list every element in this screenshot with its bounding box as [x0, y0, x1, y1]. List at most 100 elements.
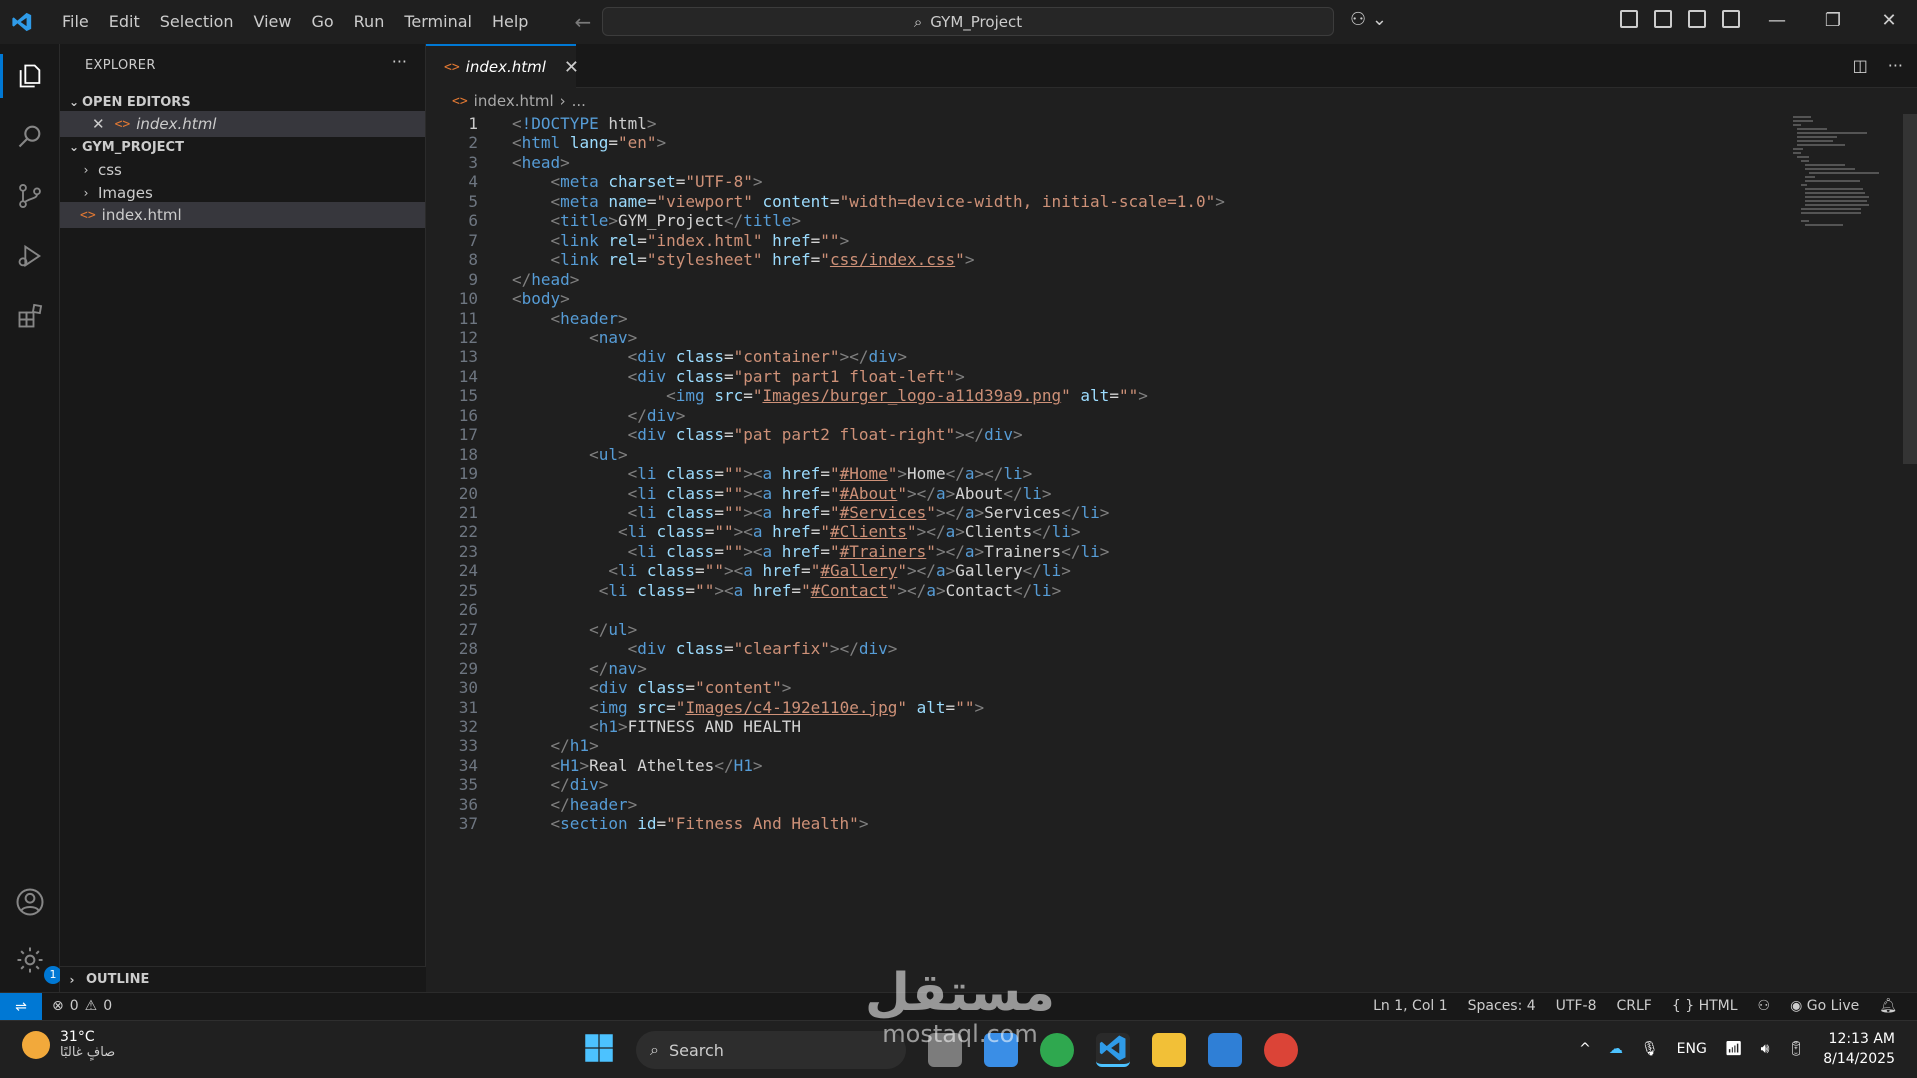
weather-widget[interactable]: 31°C صافٍ غالبًا: [22, 1029, 115, 1060]
file-index-label: index.html: [101, 206, 182, 224]
code-line[interactable]: 37 <section id="Fitness And Health">: [426, 812, 1776, 836]
temperature: 31°C: [60, 1029, 95, 1045]
error-icon: ⊗: [52, 998, 64, 1014]
input-language[interactable]: ENG: [1677, 1041, 1707, 1057]
minimize-icon[interactable]: —: [1749, 0, 1805, 44]
remote-indicator-icon[interactable]: ⇌: [0, 993, 42, 1021]
code-editor[interactable]: 1 <!DOCTYPE html> 2 <html lang="en"> 3 <head>…: [426, 114, 1917, 992]
account-icon[interactable]: [14, 886, 46, 918]
search-icon[interactable]: [14, 120, 46, 152]
weather-condition: صافٍ غالبًا: [60, 1045, 116, 1060]
indentation[interactable]: Spaces: 4: [1468, 998, 1536, 1014]
chrome-icon[interactable]: [1264, 1033, 1298, 1067]
menu-terminal[interactable]: Terminal: [394, 0, 482, 44]
menu-file[interactable]: File: [52, 0, 99, 44]
explorer-sidebar: EXPLORER ··· ⌄ OPEN EDITORS ✕ <> index.h…: [60, 44, 426, 992]
code-text: <section id="Fitness And Health">: [550, 814, 869, 834]
taskbar-search-label: Search: [668, 1040, 724, 1060]
microphone-icon[interactable]: 🎙︎: [1641, 1041, 1659, 1057]
menu-help[interactable]: Help: [482, 0, 538, 44]
error-count: 0: [69, 998, 79, 1014]
restore-icon[interactable]: ❐: [1805, 0, 1861, 44]
html-file-icon: <>: [452, 93, 468, 109]
chevron-down-icon: ⌄: [68, 140, 80, 154]
command-center-search[interactable]: ⌕ GYM_Project: [602, 7, 1334, 36]
settings-gear-icon[interactable]: 1: [14, 944, 62, 984]
search-label: GYM_Project: [930, 12, 1023, 31]
toggle-panel-icon[interactable]: [1688, 10, 1706, 28]
go-live-label: Go Live: [1806, 998, 1860, 1014]
copilot-status-icon[interactable]: ⚇: [1758, 998, 1771, 1014]
source-control-icon[interactable]: [14, 180, 46, 212]
line-ending[interactable]: CRLF: [1616, 998, 1651, 1014]
file-explorer-icon[interactable]: [1152, 1033, 1186, 1067]
notifications-bell-icon[interactable]: 🔔︎: [1879, 998, 1897, 1014]
breadcrumb: <> index.html › ...: [426, 88, 1917, 114]
open-editors-label: OPEN EDITORS: [82, 94, 191, 110]
menu-run[interactable]: Run: [344, 0, 395, 44]
notepad-icon[interactable]: [1208, 1033, 1242, 1067]
close-icon[interactable]: ✕: [92, 115, 105, 133]
vscode-taskbar-icon[interactable]: [1096, 1033, 1130, 1067]
copilot-icon[interactable]: ⚇ ⌄: [1350, 9, 1387, 30]
minimap[interactable]: [1793, 114, 1903, 234]
cursor-position[interactable]: Ln 1, Col 1: [1373, 998, 1448, 1014]
folder-images-label: Images: [98, 184, 153, 202]
explorer-title: EXPLORER: [85, 58, 156, 73]
open-editor-label: index.html: [136, 115, 217, 133]
vscode-logo-icon: [0, 0, 44, 44]
tab-label: index.html: [465, 58, 546, 76]
more-actions-icon[interactable]: ···: [1888, 56, 1903, 75]
onedrive-cloud-icon[interactable]: ☁: [1609, 1041, 1623, 1057]
back-arrow-icon[interactable]: ←: [574, 10, 591, 34]
file-index-html[interactable]: <> index.html: [60, 202, 425, 228]
chevron-right-icon: ›: [83, 163, 89, 177]
time: 12:13 AM: [1828, 1031, 1895, 1047]
chevron-right-icon: ›: [83, 186, 89, 200]
project-label: GYM_PROJECT: [82, 139, 184, 155]
explorer-icon[interactable]: [14, 60, 46, 92]
menu-bar: File Edit Selection View Go Run Terminal…: [52, 0, 538, 44]
chevron-right-icon: ›: [69, 972, 75, 987]
menu-view[interactable]: View: [244, 0, 302, 44]
breadcrumb-rest[interactable]: ...: [572, 92, 586, 110]
extensions-icon[interactable]: [14, 300, 46, 332]
menu-selection[interactable]: Selection: [150, 0, 244, 44]
wifi-icon[interactable]: 📶︎: [1725, 1041, 1743, 1057]
problems-indicator[interactable]: ⊗ 0 ⚠ 0: [52, 998, 112, 1014]
html-file-icon: <>: [80, 207, 96, 223]
tab-index-html[interactable]: <> index.html ✕: [426, 44, 579, 88]
menu-go[interactable]: Go: [301, 0, 343, 44]
search-icon: ⌕: [913, 12, 923, 31]
customize-layout-icon[interactable]: [1620, 10, 1638, 28]
toggle-sidebar-icon[interactable]: [1654, 10, 1672, 28]
close-window-icon[interactable]: ✕: [1861, 0, 1917, 44]
search-icon: ⌕: [650, 1040, 659, 1059]
watermark-arabic-text: مستقل: [865, 963, 1055, 1023]
chevron-down-icon: ⌄: [68, 95, 80, 109]
windows-start-icon[interactable]: [584, 1033, 614, 1067]
watermark-latin-text: mostaql.com: [882, 1020, 1037, 1048]
vertical-scrollbar[interactable]: [1903, 114, 1917, 464]
language-mode[interactable]: { } HTML: [1672, 998, 1738, 1014]
chevron-up-icon[interactable]: ^: [1579, 1041, 1591, 1057]
folder-css-label: css: [98, 161, 122, 179]
editor-tab-bar: <> index.html ✕ ◫ ···: [426, 44, 1917, 88]
volume-icon[interactable]: 🔊︎: [1761, 1041, 1770, 1057]
split-editor-icon[interactable]: ◫: [1853, 56, 1868, 75]
go-live-button[interactable]: ◉ Go Live: [1790, 998, 1859, 1014]
more-actions-icon[interactable]: ···: [392, 52, 407, 71]
close-tab-icon[interactable]: ✕: [564, 57, 579, 78]
run-debug-icon[interactable]: [14, 240, 46, 272]
battery-icon[interactable]: 🔋︎: [1787, 1041, 1805, 1057]
toggle-secondary-sidebar-icon[interactable]: [1722, 10, 1740, 28]
encoding[interactable]: UTF-8: [1556, 998, 1597, 1014]
outline-section[interactable]: › OUTLINE: [60, 966, 426, 992]
clock[interactable]: 12:13 AM 8/14/2025: [1823, 1029, 1895, 1069]
active-indicator: [0, 54, 3, 98]
html-file-icon: <>: [114, 116, 131, 132]
weather-sun-icon: [22, 1030, 50, 1059]
html-file-icon: <>: [444, 59, 460, 75]
breadcrumb-file[interactable]: index.html: [474, 92, 554, 110]
menu-edit[interactable]: Edit: [99, 0, 150, 44]
